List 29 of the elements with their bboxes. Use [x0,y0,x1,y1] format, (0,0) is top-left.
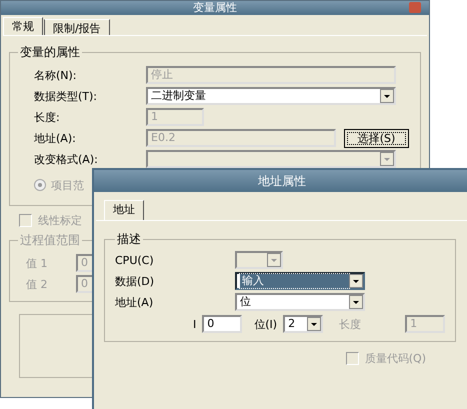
window-title: 变量属性 [193,1,237,15]
checkbox-label: 质量代码(Q) [364,350,426,366]
group-title: 变量的属性 [19,44,81,61]
field-label: 数据类型(T): [33,88,98,104]
field-label: 数据(D) [115,274,156,288]
field-label: 地址(A): [33,130,77,146]
field-label: 长度 [339,316,362,332]
field-label: 长度: [33,110,61,124]
field-label: CPU(C) [115,254,155,266]
combo-box[interactable]: 2 [283,315,324,333]
field-label: 值 2 [25,276,48,292]
combo-box[interactable]: 输入 [235,272,365,290]
window-title: 地址属性 [258,173,306,190]
tab[interactable]: 常规 [3,17,43,35]
field-label: 地址(A) [115,294,154,310]
group-title: 描述 [116,231,142,248]
field-label: 值 1 [25,256,48,270]
text-field[interactable]: 0 [202,315,242,333]
checkbox-label: 线性标定 [38,212,82,228]
group-title: 过程值范围 [19,232,81,249]
combo-box[interactable]: 二进制变量 [146,87,396,105]
radio-label: 项目范 [51,178,84,192]
combo-box[interactable]: 位 [235,293,365,311]
tab[interactable]: 地址 [104,200,144,220]
field-label: 名称(N): [33,68,78,82]
tab[interactable]: 限制/报告 [44,19,110,35]
field-label: I [193,318,196,330]
field-label: 改变格式(A): [33,152,99,166]
field-label: 位(I) [254,316,278,332]
